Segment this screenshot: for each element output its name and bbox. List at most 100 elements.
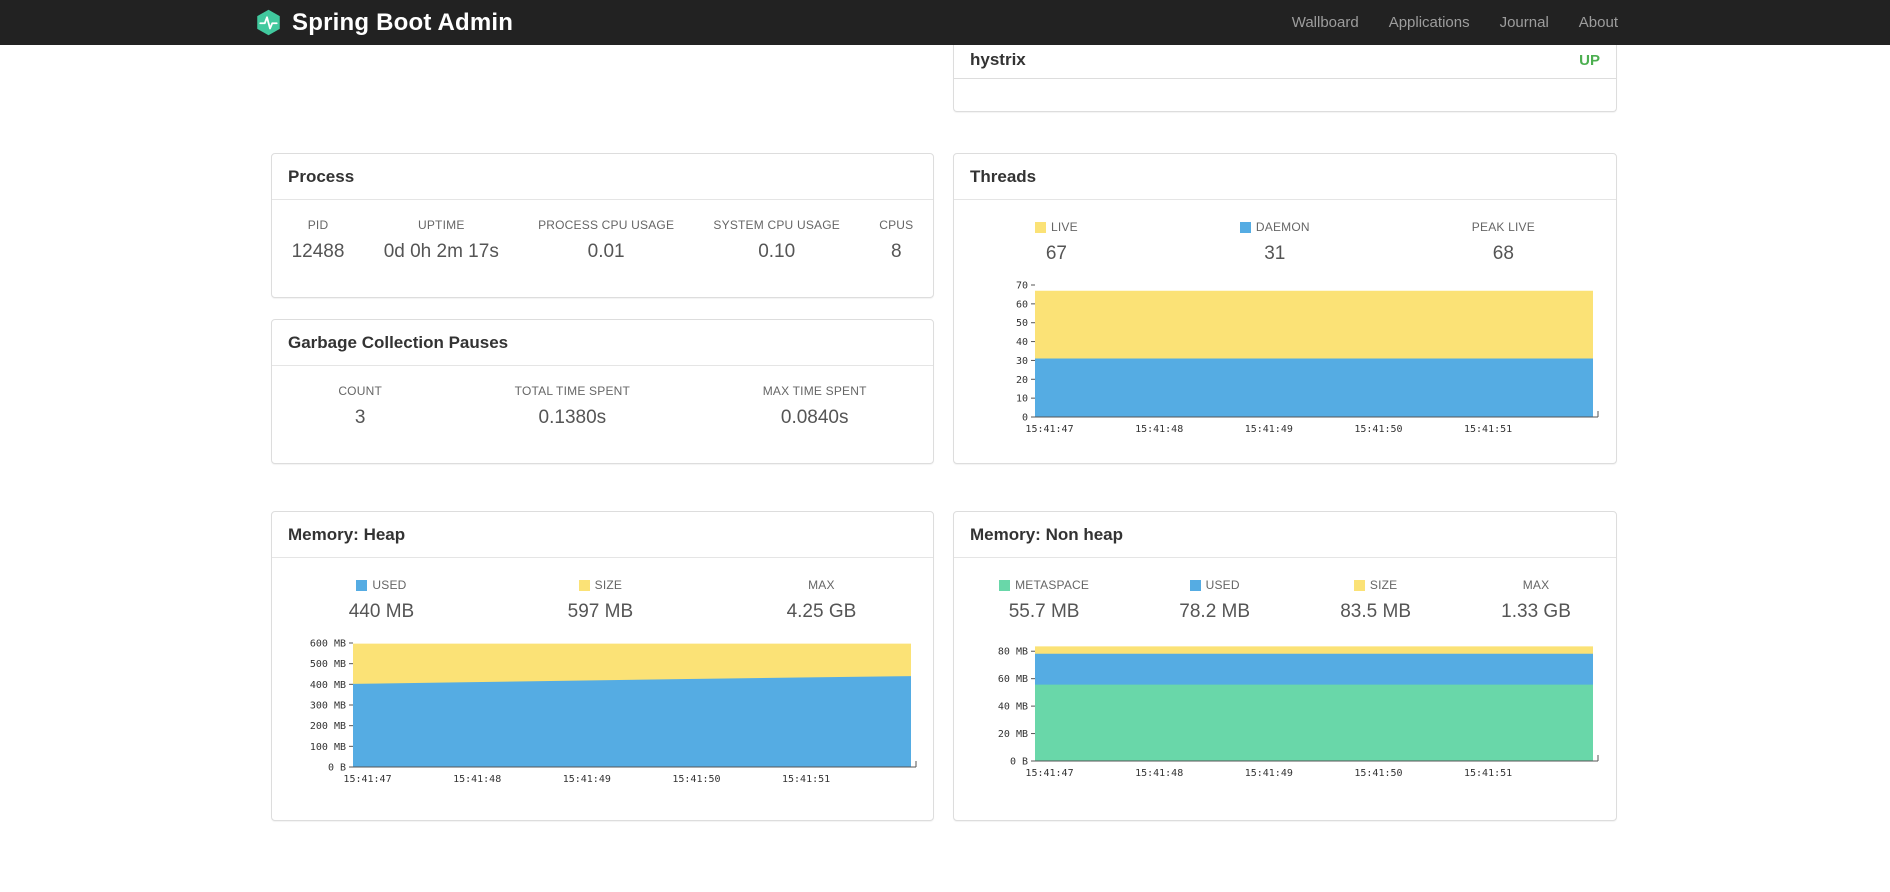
stat-value: 12488 xyxy=(291,241,345,262)
legend-value: 1.33 GB xyxy=(1501,601,1571,622)
legend-value: 55.7 MB xyxy=(1008,601,1080,622)
threads-legend: LIVE 67 DAEMON 31 PEAK LIVE 68 xyxy=(954,220,1616,265)
legend-value: 83.5 MB xyxy=(1340,601,1411,622)
legend-item-used: USED 78.2 MB xyxy=(1179,578,1250,623)
svg-text:60 MB: 60 MB xyxy=(998,674,1028,685)
stat-label: PID xyxy=(307,218,329,232)
svg-text:20: 20 xyxy=(1016,375,1028,386)
right-column: hystrix UP Threads LIVE 67 DAEMON 31 PEA… xyxy=(953,45,1617,821)
svg-text:40 MB: 40 MB xyxy=(998,702,1028,713)
stat-value: 0d 0h 2m 17s xyxy=(383,241,499,262)
svg-text:500 MB: 500 MB xyxy=(310,659,346,670)
legend-color-swatch xyxy=(1239,221,1251,233)
legend-label: USED xyxy=(372,578,407,592)
legend-label: DAEMON xyxy=(1255,220,1310,234)
legend-label: SIZE xyxy=(594,578,623,592)
process-panel-title: Process xyxy=(272,154,933,200)
health-panel: hystrix UP xyxy=(953,45,1617,112)
svg-text:15:41:51: 15:41:51 xyxy=(1464,424,1512,435)
application-row[interactable]: hystrix UP xyxy=(954,45,1616,79)
legend-value: 78.2 MB xyxy=(1179,601,1251,622)
process-stats: PID 12488 UPTIME 0d 0h 2m 17s PROCESS CP… xyxy=(272,218,933,263)
legend-value: 440 MB xyxy=(348,601,415,622)
svg-text:0 B: 0 B xyxy=(1010,757,1028,768)
svg-text:15:41:51: 15:41:51 xyxy=(1464,768,1512,779)
stat-label: TOTAL TIME SPENT xyxy=(514,384,631,398)
legend-item-size: SIZE 83.5 MB xyxy=(1340,578,1411,623)
legend-item-peak-live: PEAK LIVE 68 xyxy=(1472,220,1535,265)
stat-value: 3 xyxy=(354,407,366,428)
svg-text:15:41:49: 15:41:49 xyxy=(1245,768,1293,779)
svg-text:15:41:47: 15:41:47 xyxy=(343,774,391,785)
memory-heap-panel-title: Memory: Heap xyxy=(272,512,933,558)
svg-text:400 MB: 400 MB xyxy=(310,680,346,691)
legend-item-size: SIZE 597 MB xyxy=(568,578,633,623)
legend-item-live: LIVE 67 xyxy=(1035,220,1078,265)
svg-text:15:41:47: 15:41:47 xyxy=(1025,424,1073,435)
svg-text:60: 60 xyxy=(1016,299,1028,310)
threads-panel: Threads LIVE 67 DAEMON 31 PEAK LIVE 68 0… xyxy=(953,153,1617,464)
svg-text:80 MB: 80 MB xyxy=(998,647,1028,658)
memory-nonheap-panel-title: Memory: Non heap xyxy=(954,512,1616,558)
application-name: hystrix xyxy=(970,50,1026,69)
svg-text:15:41:47: 15:41:47 xyxy=(1025,768,1073,779)
gc-panel: Garbage Collection Pauses COUNT 3 TOTAL … xyxy=(271,319,934,464)
threads-chart: 0 10 20 30 40 50 60 70 15:41:47 15:41:48 15:41:49 1… xyxy=(954,279,1616,444)
svg-text:15:41:49: 15:41:49 xyxy=(563,774,611,785)
svg-text:15:41:50: 15:41:50 xyxy=(1354,424,1402,435)
legend-item-daemon: DAEMON 31 xyxy=(1239,220,1310,265)
nav-journal[interactable]: Journal xyxy=(1500,14,1549,31)
legend-color-swatch xyxy=(578,579,590,591)
nav-applications[interactable]: Applications xyxy=(1389,14,1470,31)
svg-text:300 MB: 300 MB xyxy=(310,701,346,712)
navbar: Spring Boot Admin Wallboard Applications… xyxy=(0,0,1890,45)
svg-text:0 B: 0 B xyxy=(328,763,346,774)
gc-panel-title: Garbage Collection Pauses xyxy=(272,320,933,366)
svg-text:15:41:50: 15:41:50 xyxy=(1354,768,1402,779)
svg-text:50: 50 xyxy=(1016,318,1028,329)
stat-gc-total-time: TOTAL TIME SPENT 0.1380s xyxy=(515,384,630,429)
memory-nonheap-chart: 0 B 20 MB 40 MB 60 MB 80 MB 15:41:47 15:41:48 1… xyxy=(954,637,1616,788)
legend-item-metaspace: METASPACE 55.7 MB xyxy=(999,578,1089,623)
svg-text:15:41:48: 15:41:48 xyxy=(453,774,501,785)
svg-text:100 MB: 100 MB xyxy=(310,742,346,753)
legend-value: 68 xyxy=(1492,243,1514,264)
legend-value: 67 xyxy=(1045,243,1067,264)
memory-heap-chart: 0 B 100 MB 200 MB 300 MB 400 MB 500 MB 600 MB 1… xyxy=(272,637,933,794)
memory-heap-legend: USED 440 MB SIZE 597 MB MAX 4.25 GB xyxy=(272,578,933,623)
stat-value: 0.0840s xyxy=(780,407,849,428)
nav-about[interactable]: About xyxy=(1579,14,1618,31)
legend-color-swatch xyxy=(1189,579,1201,591)
stat-label: SYSTEM CPU USAGE xyxy=(713,218,840,232)
stat-label: UPTIME xyxy=(417,218,465,232)
legend-color-swatch xyxy=(999,579,1011,591)
svg-text:70: 70 xyxy=(1016,281,1028,292)
legend-label: SIZE xyxy=(1369,578,1398,592)
svg-text:200 MB: 200 MB xyxy=(310,721,346,732)
brand-logo-icon xyxy=(255,9,282,36)
main-content: Process PID 12488 UPTIME 0d 0h 2m 17s PR… xyxy=(271,45,1617,821)
legend-color-swatch xyxy=(1353,579,1365,591)
stat-pid: PID 12488 xyxy=(292,218,345,263)
nav-wallboard[interactable]: Wallboard xyxy=(1292,14,1359,31)
brand-link[interactable]: Spring Boot Admin xyxy=(255,9,513,37)
legend-color-swatch xyxy=(1035,221,1047,233)
stat-value: 8 xyxy=(890,241,902,262)
svg-text:10: 10 xyxy=(1016,394,1028,405)
process-panel: Process PID 12488 UPTIME 0d 0h 2m 17s PR… xyxy=(271,153,934,298)
svg-text:0: 0 xyxy=(1022,413,1028,424)
gc-stats: COUNT 3 TOTAL TIME SPENT 0.1380s MAX TIM… xyxy=(272,384,933,429)
stat-process-cpu: PROCESS CPU USAGE 0.01 xyxy=(538,218,674,263)
stat-value: 0.10 xyxy=(758,241,796,262)
legend-label: MAX xyxy=(808,578,835,592)
stat-label: MAX TIME SPENT xyxy=(762,384,867,398)
stat-value: 0.01 xyxy=(587,241,625,262)
legend-label: MAX xyxy=(1522,578,1550,592)
threads-panel-title: Threads xyxy=(954,154,1616,200)
legend-label: LIVE xyxy=(1051,220,1078,234)
legend-label: METASPACE xyxy=(1015,578,1090,592)
legend-value: 4.25 GB xyxy=(786,601,857,622)
stat-system-cpu: SYSTEM CPU USAGE 0.10 xyxy=(713,218,840,263)
nav-links: Wallboard Applications Journal About xyxy=(1292,14,1618,31)
stat-gc-count: COUNT 3 xyxy=(338,384,382,429)
